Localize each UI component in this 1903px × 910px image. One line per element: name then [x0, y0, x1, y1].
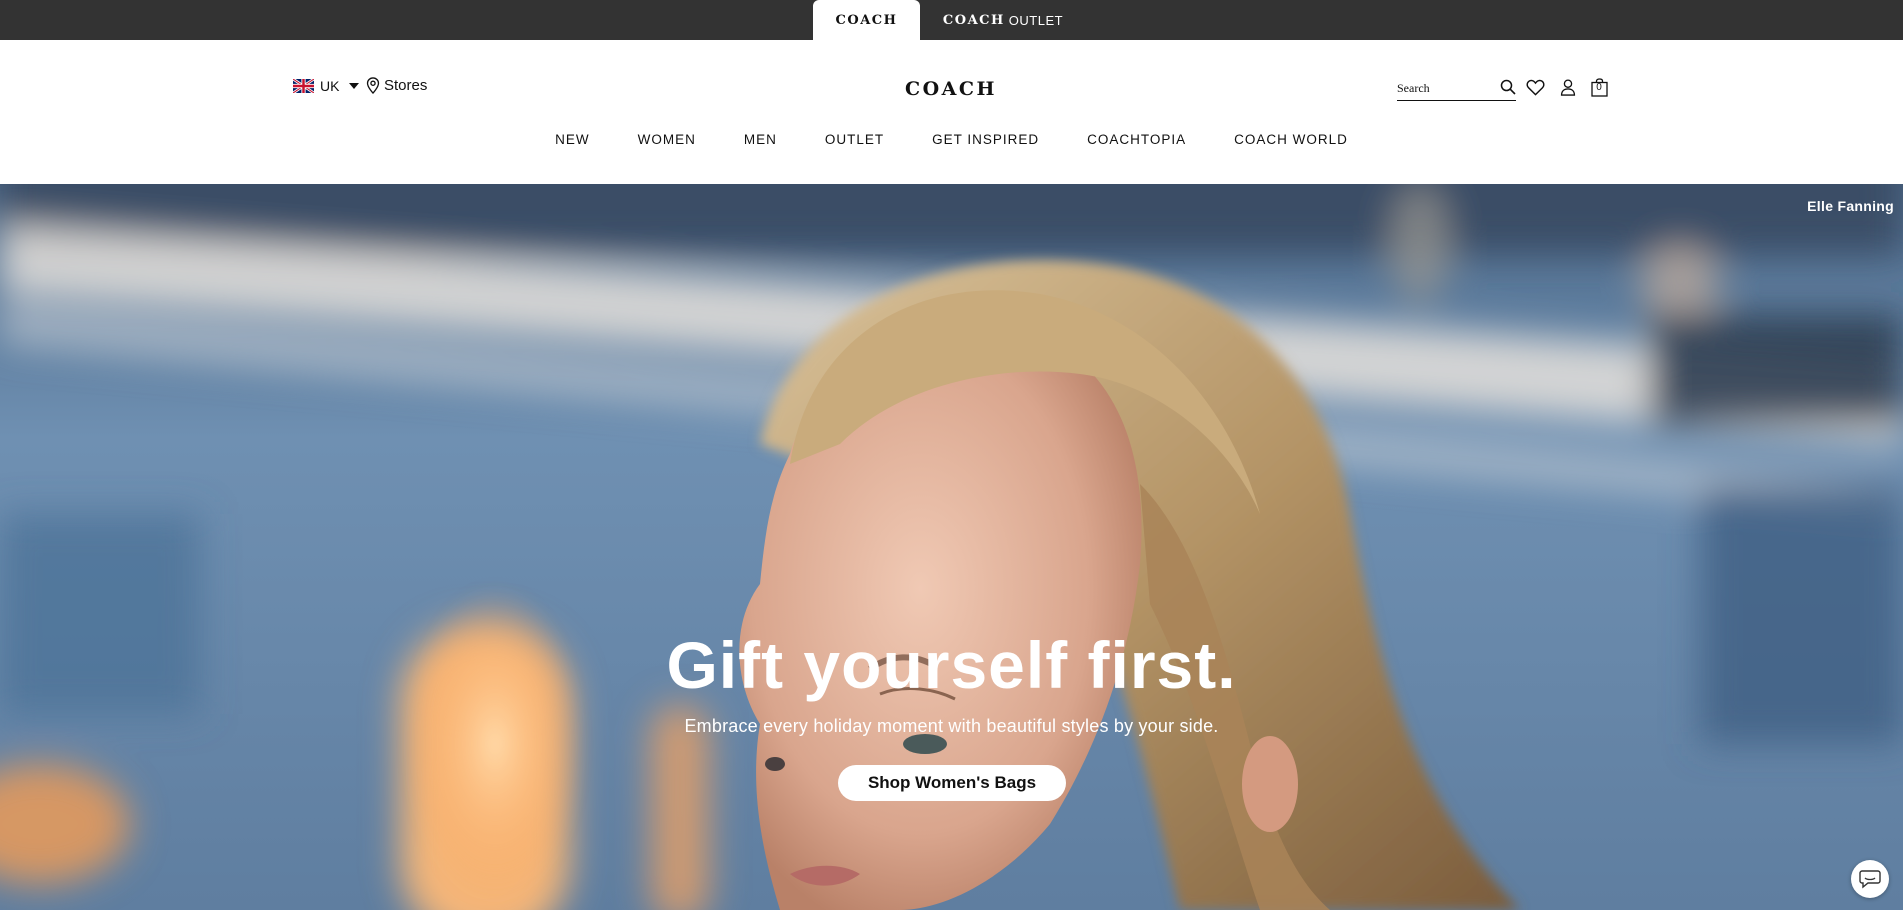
wishlist-button[interactable] [1524, 76, 1546, 98]
user-icon [1560, 78, 1576, 96]
search-box[interactable] [1397, 76, 1516, 101]
coach-brand-tab[interactable]: COACH [813, 0, 920, 40]
shop-womens-bags-button[interactable]: Shop Women's Bags [838, 765, 1066, 801]
outlet-tab-word-label: OUTLET [1008, 12, 1064, 28]
hero-headline: Gift yourself first. [666, 628, 1237, 702]
shopping-bag-button[interactable]: 0 [1588, 76, 1610, 98]
bag-count-badge: 0 [1596, 82, 1602, 93]
stores-label: Stores [384, 77, 428, 94]
location-pin-icon [366, 77, 380, 94]
nav-item-men[interactable]: MEN [720, 132, 801, 147]
nav-item-coach-world[interactable]: COACH WORLD [1210, 132, 1372, 147]
search-input[interactable] [1397, 80, 1489, 96]
coach-logo[interactable]: COACH [893, 78, 1009, 100]
image-credit: Elle Fanning [1807, 198, 1894, 214]
locale-selector[interactable]: UK [293, 78, 360, 94]
locale-label: UK [320, 78, 340, 94]
heart-icon [1526, 79, 1544, 96]
brand-switcher-bar: COACH COACH OUTLET [0, 0, 1903, 40]
nav-item-outlet[interactable]: OUTLET [801, 132, 908, 147]
hero-subheadline: Embrace every holiday moment with beauti… [684, 716, 1219, 736]
search-icon[interactable] [1500, 79, 1516, 95]
main-navigation: NEW WOMEN MEN OUTLET GET INSPIRED COACHT… [0, 132, 1903, 147]
stores-link[interactable]: Stores [366, 77, 427, 94]
coach-outlet-brand-tab[interactable]: COACH OUTLET [928, 0, 1078, 40]
chat-bubble-icon [1859, 870, 1881, 889]
outlet-tab-brand-label: COACH [942, 12, 1005, 28]
uk-flag-icon [293, 79, 314, 93]
coach-tab-label: COACH [835, 12, 898, 28]
nav-item-women[interactable]: WOMEN [614, 132, 720, 147]
chevron-down-icon [349, 83, 360, 89]
account-button[interactable] [1557, 76, 1579, 98]
chat-button[interactable] [1851, 860, 1889, 898]
site-header: UK Stores COACH 0 NEW [0, 40, 1903, 184]
hero-banner[interactable]: Elle Fanning Gift yourself first. Embrac… [0, 184, 1903, 910]
hero-background-image [0, 184, 1903, 910]
nav-item-get-inspired[interactable]: GET INSPIRED [908, 132, 1063, 147]
nav-item-new[interactable]: NEW [531, 132, 614, 147]
nav-item-coachtopia[interactable]: COACHTOPIA [1063, 132, 1210, 147]
